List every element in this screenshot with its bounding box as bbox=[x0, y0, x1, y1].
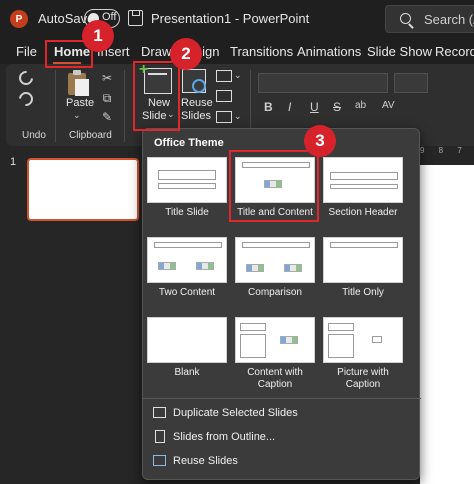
underline-button[interactable]: U bbox=[310, 100, 319, 114]
section-chevron-icon[interactable]: ⌄ bbox=[234, 111, 242, 122]
title-placeholder bbox=[154, 242, 222, 248]
strikethrough-button[interactable]: S bbox=[333, 100, 341, 114]
title-placeholder bbox=[158, 170, 216, 180]
layout-thumbnail bbox=[323, 237, 403, 283]
text-placeholder bbox=[330, 184, 398, 189]
content-placeholder-icon bbox=[280, 336, 298, 344]
menu-item-label: Duplicate Selected Slides bbox=[173, 407, 298, 419]
gallery-title: Office Theme bbox=[154, 137, 224, 149]
clipboard-group-label: Clipboard bbox=[69, 130, 112, 141]
clipboard-clip bbox=[73, 70, 81, 75]
layout-label: Content with Caption bbox=[247, 367, 303, 390]
bold-button[interactable]: B bbox=[264, 100, 273, 114]
content-placeholder-icon bbox=[158, 262, 176, 270]
picture-placeholder-icon bbox=[372, 336, 382, 343]
tab-draw[interactable]: Draw bbox=[141, 44, 171, 59]
step-badge-3: 3 bbox=[304, 125, 336, 157]
layout-thumbnail bbox=[235, 317, 315, 363]
paste-button-label[interactable]: Paste bbox=[66, 97, 94, 109]
ruler: 9 8 7 bbox=[420, 146, 468, 155]
menu-item-label: Slides from Outline... bbox=[173, 431, 276, 443]
duplicate-selected-slides-menu-item[interactable]: Duplicate Selected Slides bbox=[151, 404, 413, 424]
tab-animations[interactable]: Animations bbox=[297, 44, 361, 59]
clipboard-sheet bbox=[75, 79, 89, 96]
layout-thumbnail bbox=[323, 317, 403, 363]
caption-placeholder bbox=[240, 334, 266, 358]
search-icon bbox=[400, 13, 411, 24]
layout-label: Two Content bbox=[158, 287, 216, 298]
layout-label: Picture with Caption bbox=[337, 367, 389, 390]
duplicate-slides-icon bbox=[153, 407, 166, 418]
italic-button[interactable]: I bbox=[288, 100, 291, 114]
cut-icon[interactable]: ✂ bbox=[100, 72, 114, 84]
powerpoint-logo-icon: P bbox=[10, 10, 28, 28]
format-painter-icon[interactable]: ✎ bbox=[100, 111, 114, 123]
layout-thumbnail bbox=[147, 237, 227, 283]
paste-icon[interactable] bbox=[68, 70, 90, 96]
annotation-box-title-and-content bbox=[229, 150, 319, 222]
layout-thumbnail bbox=[235, 237, 315, 283]
outline-document-icon bbox=[155, 430, 165, 443]
slide-canvas[interactable] bbox=[420, 165, 474, 484]
title-placeholder bbox=[330, 172, 398, 180]
reset-icon[interactable] bbox=[216, 90, 232, 102]
layout-thumbnail bbox=[147, 317, 227, 363]
undo-group-label: Undo bbox=[22, 130, 46, 141]
layout-label: Blank bbox=[174, 367, 200, 378]
search-box[interactable]: Search (A bbox=[385, 5, 474, 33]
document-title: Presentation1 - PowerPoint bbox=[151, 11, 310, 26]
layout-label: Comparison bbox=[248, 287, 302, 298]
tab-record[interactable]: Record bbox=[435, 44, 474, 59]
slide-number: 1 bbox=[10, 156, 17, 168]
layout-label: Title Only bbox=[342, 287, 384, 298]
title-bar: P AutoSave Off Presentation1 - PowerPoin… bbox=[0, 0, 474, 38]
content-placeholder-icon bbox=[284, 264, 302, 272]
layout-thumbnail bbox=[147, 157, 227, 203]
tab-slide-show[interactable]: Slide Show bbox=[367, 44, 432, 59]
subtitle-placeholder bbox=[158, 183, 216, 189]
tab-transitions[interactable]: Transitions bbox=[230, 44, 293, 59]
section-icon[interactable] bbox=[216, 111, 232, 123]
step-badge-2: 2 bbox=[170, 38, 202, 70]
gallery-divider bbox=[143, 398, 421, 399]
reuse-slides-icon bbox=[153, 455, 166, 466]
caption-placeholder bbox=[328, 334, 354, 358]
slides-from-outline-menu-item[interactable]: Slides from Outline... bbox=[151, 428, 413, 448]
font-name-box[interactable] bbox=[258, 73, 388, 93]
layout-icon[interactable] bbox=[216, 70, 232, 82]
title-placeholder bbox=[328, 323, 354, 331]
content-placeholder-icon bbox=[196, 262, 214, 270]
step-badge-1: 1 bbox=[82, 20, 114, 52]
paste-dropdown-chevron-icon[interactable]: ⌄ bbox=[73, 110, 81, 121]
font-size-box[interactable] bbox=[394, 73, 428, 93]
search-placeholder: Search (A bbox=[424, 12, 474, 27]
layout-label: Title Slide bbox=[165, 207, 209, 218]
clear-format-button[interactable]: ab bbox=[355, 100, 366, 111]
character-spacing-button[interactable]: AV bbox=[382, 100, 395, 111]
ribbon-divider bbox=[55, 70, 56, 142]
reuse-slides-icon[interactable] bbox=[182, 69, 206, 93]
annotation-box-new-slide bbox=[133, 61, 180, 131]
layout-chevron-icon[interactable]: ⌄ bbox=[234, 70, 242, 81]
reuse-slides-label-line2[interactable]: Slides bbox=[181, 110, 211, 122]
menu-item-label: Reuse Slides bbox=[173, 455, 238, 467]
title-placeholder bbox=[242, 242, 310, 248]
copy-icon[interactable]: ⧉ bbox=[100, 92, 114, 104]
content-placeholder-icon bbox=[246, 264, 264, 272]
slide-thumbnail[interactable] bbox=[27, 158, 139, 221]
save-icon[interactable] bbox=[128, 10, 143, 26]
layout-thumbnail bbox=[323, 157, 403, 203]
title-placeholder bbox=[330, 242, 398, 248]
reuse-slides-label-line1[interactable]: Reuse bbox=[181, 97, 213, 109]
ribbon-divider bbox=[124, 70, 125, 142]
tab-file[interactable]: File bbox=[16, 44, 37, 59]
title-placeholder bbox=[240, 323, 266, 331]
reuse-slides-menu-item[interactable]: Reuse Slides bbox=[151, 452, 413, 472]
layout-label: Section Header bbox=[328, 207, 398, 218]
